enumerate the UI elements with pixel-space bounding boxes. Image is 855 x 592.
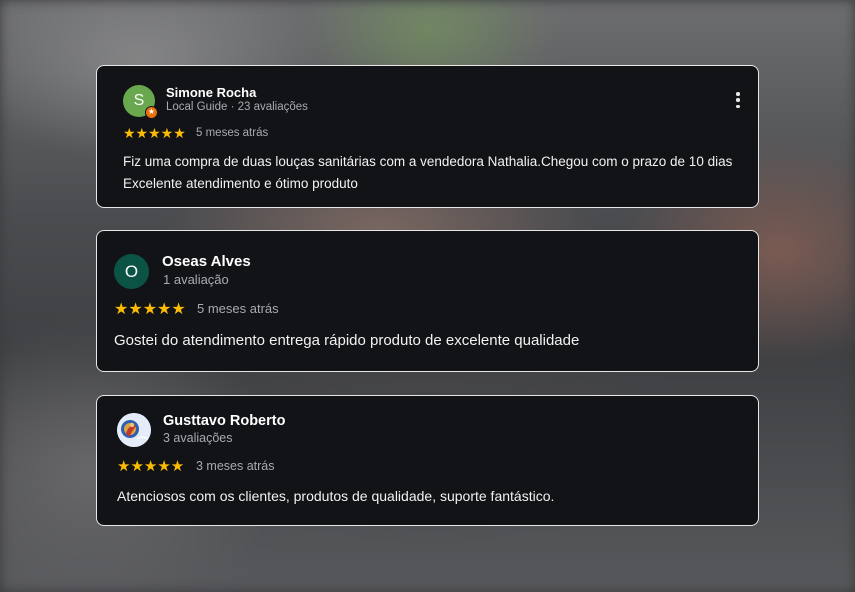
review-card: Gusttavo Roberto 3 avaliações ★★★★★ 3 me…: [96, 395, 759, 526]
reviewer-subtitle: Local Guide · 23 avaliações: [166, 101, 308, 113]
more-options-icon[interactable]: [736, 92, 740, 108]
review-text: Fiz uma compra de duas louças sanitárias…: [123, 151, 743, 195]
reviewer-name[interactable]: Gusttavo Roberto: [163, 413, 285, 429]
profile-photo-icon: [117, 413, 151, 447]
review-date: 5 meses atrás: [196, 127, 269, 139]
star-rating: ★★★★★: [117, 458, 185, 475]
review-card: O Oseas Alves 1 avaliação ★★★★★ 5 meses …: [96, 230, 759, 372]
review-text-line: Excelente atendimento e ótimo produto: [123, 176, 358, 191]
star-rating: ★★★★★: [123, 125, 186, 141]
reviewer-name[interactable]: Oseas Alves: [162, 253, 251, 270]
review-date: 3 meses atrás: [196, 459, 275, 473]
reviewer-subtitle: 3 avaliações: [163, 431, 233, 445]
avatar[interactable]: S ★: [123, 85, 158, 119]
avatar[interactable]: [117, 413, 151, 447]
reviewer-name[interactable]: Simone Rocha: [166, 85, 256, 100]
avatar[interactable]: O: [114, 254, 149, 289]
avatar-letter: S: [133, 92, 145, 109]
review-text-line: Fiz uma compra de duas louças sanitárias…: [123, 154, 733, 169]
reviewer-subtitle: 1 avaliação: [163, 272, 229, 287]
review-date: 5 meses atrás: [197, 301, 279, 316]
star-rating: ★★★★★: [114, 301, 186, 318]
local-guide-star-icon: ★: [145, 106, 158, 119]
review-text: Gostei do atendimento entrega rápido pro…: [114, 332, 580, 349]
review-card: S ★ Simone Rocha Local Guide · 23 avalia…: [96, 65, 759, 208]
review-text: Atenciosos com os clientes, produtos de …: [117, 488, 555, 504]
avatar-letter: O: [124, 261, 139, 281]
